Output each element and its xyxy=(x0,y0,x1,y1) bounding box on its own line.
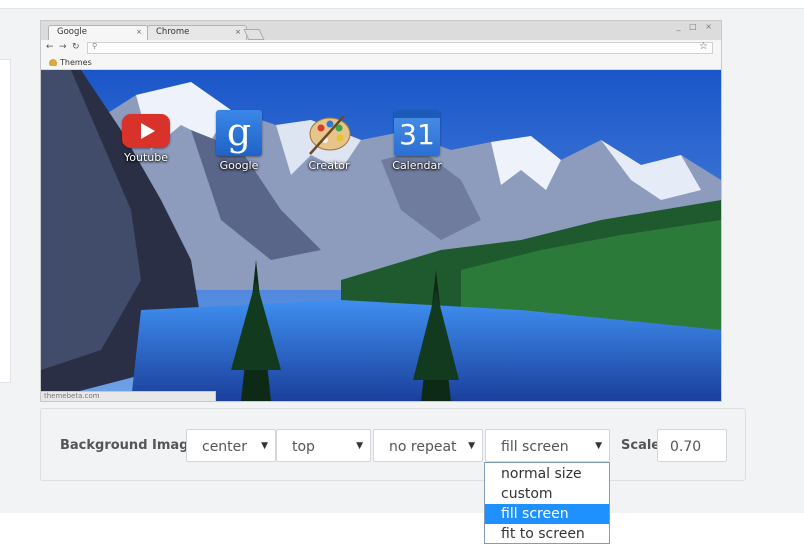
app-google[interactable]: g Google xyxy=(209,110,269,172)
chevron-down-icon: ▼ xyxy=(595,441,602,451)
chevron-down-icon: ▼ xyxy=(261,441,268,451)
star-icon[interactable]: ☆ xyxy=(699,41,708,52)
app-label: Youtube xyxy=(124,151,168,164)
background-image-label: Background Image: xyxy=(60,438,203,453)
palette-icon xyxy=(49,59,57,66)
bookmarks-bar: Themes xyxy=(41,57,721,70)
bookmark-themes[interactable]: Themes xyxy=(49,58,92,67)
app-label: Calendar xyxy=(392,159,442,172)
select-value: center xyxy=(202,439,248,455)
tab-label: Google xyxy=(57,27,87,37)
status-bar: themebeta.com xyxy=(41,391,216,401)
chevron-down-icon: ▼ xyxy=(468,441,475,451)
reload-icon[interactable]: ↻ xyxy=(72,42,80,52)
app-creator[interactable]: Creator xyxy=(299,110,359,172)
scale-input[interactable]: 0.70 xyxy=(657,429,727,462)
bookmark-label: Themes xyxy=(60,58,92,67)
dropdown-option[interactable]: normal size xyxy=(485,464,609,484)
app-youtube[interactable]: Youtube xyxy=(116,108,176,164)
theme-preview-window: Google × Chrome × _ □ × ← → ↻ ⚲ ☆ Themes xyxy=(40,20,722,402)
dropdown-option[interactable]: fit to screen xyxy=(485,524,609,544)
google-g-icon: g xyxy=(216,110,262,156)
app-calendar[interactable]: 31 Calendar xyxy=(387,110,447,172)
select-value: fill screen xyxy=(501,439,569,455)
browser-toolbar: ← → ↻ ⚲ ☆ xyxy=(41,40,721,57)
youtube-icon xyxy=(122,114,170,148)
app-label: Creator xyxy=(308,159,350,172)
select-value: top xyxy=(292,439,315,455)
top-divider xyxy=(0,8,804,9)
chevron-down-icon: ▼ xyxy=(356,441,363,451)
position-x-select[interactable]: center ▼ xyxy=(186,429,276,462)
close-icon[interactable]: × xyxy=(136,28,142,36)
select-value: no repeat xyxy=(389,439,457,455)
dropdown-option-selected[interactable]: fill screen xyxy=(485,504,609,524)
calendar-icon: 31 xyxy=(394,110,440,156)
tab-strip: Google × Chrome × _ □ × xyxy=(41,21,721,40)
left-side-panel xyxy=(0,59,11,383)
address-bar[interactable]: ⚲ ☆ xyxy=(87,41,713,54)
search-icon: ⚲ xyxy=(92,42,98,50)
size-dropdown-list: normal size custom fill screen fit to sc… xyxy=(484,462,610,544)
tab-google[interactable]: Google × xyxy=(48,25,148,40)
tab-chrome[interactable]: Chrome × xyxy=(147,25,247,40)
size-select[interactable]: fill screen ▼ xyxy=(485,429,610,462)
repeat-select[interactable]: no repeat ▼ xyxy=(373,429,483,462)
app-label: Google xyxy=(219,159,259,172)
close-icon[interactable]: × xyxy=(235,28,241,36)
background-image-controls: Background Image: center ▼ top ▼ no repe… xyxy=(40,408,746,481)
paint-palette-icon xyxy=(309,115,351,155)
new-tab-page: Youtube g Google Creator 31 Calendar xyxy=(41,70,721,401)
back-arrow-icon[interactable]: ← xyxy=(46,42,54,52)
window-controls[interactable]: _ □ × xyxy=(677,22,715,31)
tab-label: Chrome xyxy=(156,27,190,37)
forward-arrow-icon[interactable]: → xyxy=(59,42,67,52)
dropdown-option[interactable]: custom xyxy=(485,484,609,504)
position-y-select[interactable]: top ▼ xyxy=(276,429,371,462)
